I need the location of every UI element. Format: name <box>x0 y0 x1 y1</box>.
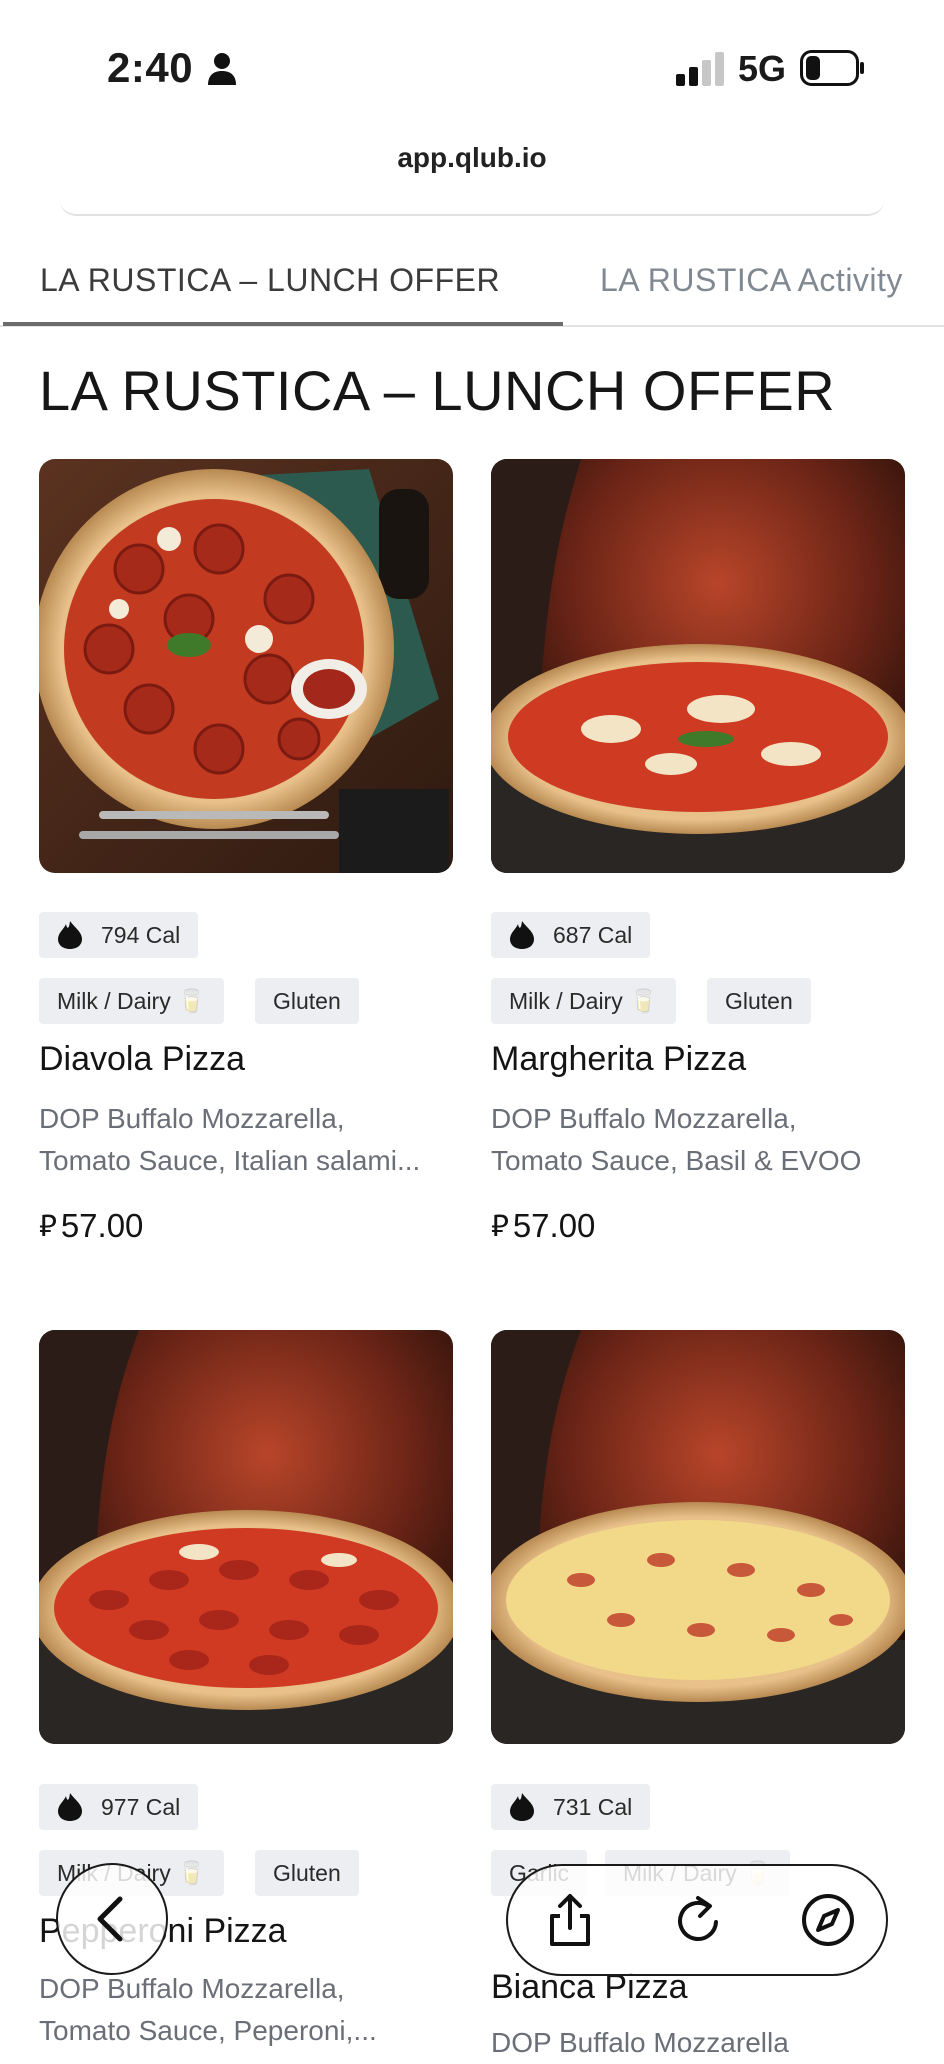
price-value: 57.00 <box>60 1206 144 1244</box>
compass-icon[interactable] <box>798 1890 858 1950</box>
dish-description-line2: Tomato Sauce, Italian salami... <box>39 1145 421 1176</box>
signal-icon <box>676 52 724 86</box>
calorie-text: 731 Cal <box>553 1793 633 1820</box>
tab-activity[interactable]: LA RUSTICA Activity <box>600 262 903 299</box>
dish-name[interactable]: Diavola Pizza <box>39 1040 245 1079</box>
reload-icon[interactable] <box>668 1890 728 1950</box>
dish-price: ⃁ 57.00 <box>491 1206 595 1245</box>
url-bar-edge <box>60 200 884 216</box>
bianca-pizza-image[interactable] <box>491 1330 905 1744</box>
allergen-tag: Gluten <box>255 1850 359 1896</box>
network-label: 5G <box>738 48 787 89</box>
calorie-chip: 731 Cal <box>491 1784 651 1830</box>
person-icon <box>208 53 236 85</box>
dish-description-line2: Tomato Sauce, Peperoni,... <box>39 2015 377 2046</box>
dish-description-line1: DOP Buffalo Mozzarella <box>491 2027 789 2058</box>
calorie-chip: 977 Cal <box>39 1784 199 1830</box>
flame-icon <box>510 1793 534 1821</box>
flame-icon <box>58 921 82 949</box>
active-tab-indicator <box>3 322 563 326</box>
status-time: 2:40 <box>107 44 194 91</box>
calorie-chip: 794 Cal <box>39 912 199 958</box>
calorie-text: 977 Cal <box>101 1793 181 1820</box>
back-icon <box>97 1896 123 1942</box>
dish-description-line1: DOP Buffalo Mozzarella, <box>39 1973 345 2004</box>
riyal-symbol: ⃁ <box>39 1209 57 1244</box>
battery-icon <box>800 50 864 86</box>
calorie-chip: 687 Cal <box>491 912 651 958</box>
allergen-tag: Milk / Dairy 🥛 <box>491 978 676 1024</box>
pepperoni-pizza-image[interactable] <box>39 1330 453 1744</box>
flame-icon <box>58 1793 82 1821</box>
dish-name[interactable]: Margherita Pizza <box>491 1040 746 1079</box>
tab-lunch-offer[interactable]: LA RUSTICA – LUNCH OFFER <box>40 262 500 299</box>
allergen-tag: Gluten <box>255 978 359 1024</box>
calorie-text: 794 Cal <box>101 921 181 948</box>
allergen-tag: Milk / Dairy 🥛 <box>39 978 224 1024</box>
dish-description-line2: Tomato Sauce, Basil & EVOO <box>491 1145 862 1176</box>
dish-description-line1: DOP Buffalo Mozzarella, <box>491 1103 797 1134</box>
price-value: 57.00 <box>512 1206 596 1244</box>
allergen-tag: Gluten <box>707 978 811 1024</box>
url-text[interactable]: app.qlub.io <box>0 142 944 174</box>
riyal-symbol: ⃁ <box>491 1209 509 1244</box>
calorie-text: 687 Cal <box>553 921 633 948</box>
back-button[interactable] <box>56 1863 168 1975</box>
margherita-pizza-image[interactable] <box>491 459 905 873</box>
browser-toolbar <box>506 1864 888 1976</box>
dish-description-line1: DOP Buffalo Mozzarella, <box>39 1103 345 1134</box>
dish-price: ⃁ 57.00 <box>39 1206 143 1245</box>
section-title: LA RUSTICA – LUNCH OFFER <box>39 359 836 422</box>
share-icon[interactable] <box>540 1890 600 1950</box>
diavola-pizza-image[interactable]: LA RUSTICA <box>39 459 453 873</box>
flame-icon <box>510 921 534 949</box>
